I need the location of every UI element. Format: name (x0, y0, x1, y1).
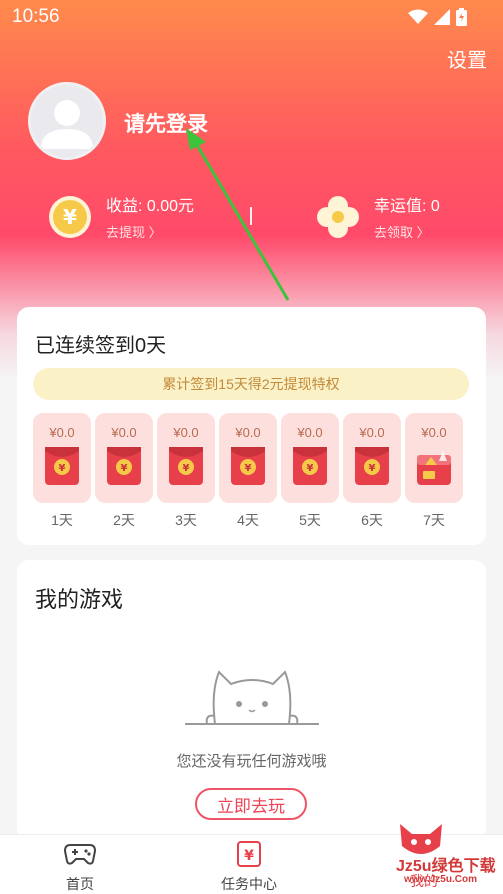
day-amount: ¥0.0 (235, 425, 261, 440)
watermark-url: www.Jz5u.Com (404, 874, 477, 885)
day-amount: ¥0.0 (359, 425, 385, 440)
day-box: ¥0.0 ¥ (281, 413, 339, 503)
watermark: Jz5u绿色下载 www.Jz5u.Com (392, 820, 500, 894)
settings-button[interactable]: 设置 (447, 44, 487, 73)
svg-text:¥: ¥ (63, 205, 77, 229)
day-label: 7天 (423, 512, 445, 528)
red-envelope-icon: ¥ (169, 447, 203, 485)
day-amount: ¥0.0 (49, 425, 75, 440)
svg-text:¥: ¥ (244, 848, 254, 864)
day-label: 2天 (113, 512, 135, 528)
my-games-title: 我的游戏 (35, 587, 124, 612)
day-label: 4天 (237, 512, 259, 528)
status-time: 10:56 (12, 6, 60, 27)
svg-text:¥: ¥ (59, 463, 66, 474)
day-label: 3天 (175, 512, 197, 528)
red-envelope-icon: ¥ (231, 447, 265, 485)
day-label: 5天 (299, 512, 321, 528)
day-box: ¥0.0 (405, 413, 463, 503)
luck-label: 幸运值: 0 (374, 198, 440, 215)
day-item[interactable]: ¥0.0 ¥ 6天 (343, 413, 401, 530)
sign-in-title: 已连续签到0天 (35, 335, 167, 357)
red-envelope-icon: ¥ (293, 447, 327, 485)
day-box: ¥0.0 ¥ (343, 413, 401, 503)
watermark-title: Jz5u绿色下载 (396, 858, 496, 875)
task-yuan-icon: ¥ (237, 841, 261, 867)
luck-stat[interactable]: 幸运值: 0 去领取 〉 (316, 192, 440, 241)
withdraw-link[interactable]: 去提现 〉 (106, 222, 194, 241)
gamepad-icon (63, 844, 97, 865)
svg-text:¥: ¥ (121, 463, 128, 474)
status-icons (408, 8, 467, 26)
red-envelope-icon: ¥ (107, 447, 141, 485)
day-label: 1天 (51, 512, 73, 528)
sign-in-banner: 累计签到15天得2元提现特权 (33, 368, 469, 400)
red-envelope-icon: ¥ (45, 447, 79, 485)
svg-text:¥: ¥ (183, 463, 190, 474)
tab-tasks-label: 任务中心 (221, 876, 277, 892)
claim-link[interactable]: 去领取 〉 (374, 222, 440, 241)
sign-in-card: 已连续签到0天 累计签到15天得2元提现特权 ¥0.0 ¥ 1天 ¥0.0 ¥ … (17, 307, 486, 545)
gift-box-icon (417, 451, 451, 485)
tab-tasks[interactable]: ¥ 任务中心 (221, 841, 277, 894)
day-amount: ¥0.0 (297, 425, 323, 440)
day-item[interactable]: ¥0.0 ¥ 4天 (219, 413, 277, 530)
battery-icon (456, 8, 467, 26)
day-amount: ¥0.0 (111, 425, 137, 440)
annotation-arrow (186, 128, 290, 301)
day-box: ¥0.0 ¥ (157, 413, 215, 503)
svg-text:¥: ¥ (369, 463, 376, 474)
day-item[interactable]: ¥0.0 ¥ 2天 (95, 413, 153, 530)
status-bar: 10:56 (0, 0, 503, 34)
signal-icon (434, 9, 450, 25)
tab-home[interactable]: 首页 (63, 841, 97, 894)
default-user-icon (41, 100, 93, 149)
play-now-button[interactable]: 立即去玩 (195, 788, 307, 820)
stat-divider (250, 207, 252, 225)
tab-home-label: 首页 (66, 876, 94, 892)
svg-text:¥: ¥ (307, 463, 314, 474)
day-box: ¥0.0 ¥ (219, 413, 277, 503)
my-games-card: 我的游戏 您还没有玩任何游戏哦 立即去玩 (17, 560, 486, 840)
day-item[interactable]: ¥0.0 ¥ 3天 (157, 413, 215, 530)
avatar[interactable] (28, 82, 106, 160)
yuan-coin-icon: ¥ (49, 195, 91, 238)
red-envelope-icon: ¥ (355, 447, 389, 485)
day-item[interactable]: ¥0.0 7天 (405, 413, 463, 530)
day-amount: ¥0.0 (421, 425, 447, 440)
day-item[interactable]: ¥0.0 ¥ 5天 (281, 413, 339, 530)
clover-icon (317, 195, 359, 238)
day-box: ¥0.0 ¥ (95, 413, 153, 503)
day-box: ¥0.0 ¥ (33, 413, 91, 503)
sign-in-days: ¥0.0 ¥ 1天 ¥0.0 ¥ 2天 ¥0.0 ¥ 3天 ¥0.0 ¥ 4天 (33, 413, 473, 535)
empty-games-text: 您还没有玩任何游戏哦 (176, 753, 327, 770)
wifi-icon (408, 9, 428, 24)
svg-text:¥: ¥ (245, 463, 252, 474)
earnings-stat[interactable]: ¥ 收益: 0.00元 去提现 〉 (48, 192, 194, 241)
day-amount: ¥0.0 (173, 425, 199, 440)
day-item[interactable]: ¥0.0 ¥ 1天 (33, 413, 91, 530)
earnings-label: 收益: 0.00元 (106, 198, 195, 215)
empty-cat-icon (185, 670, 319, 725)
day-label: 6天 (361, 512, 383, 528)
